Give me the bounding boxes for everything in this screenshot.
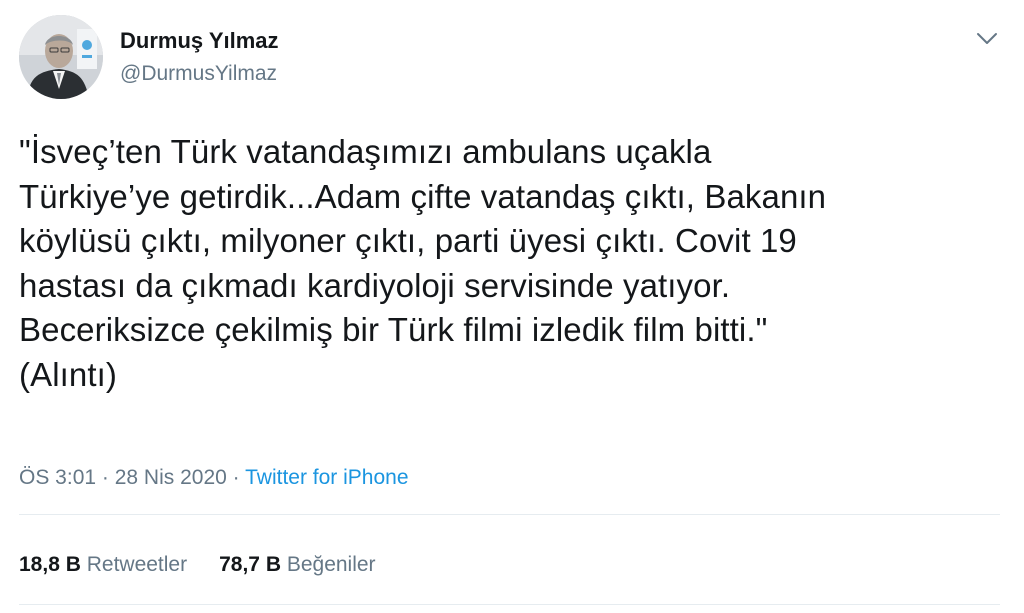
divider (19, 604, 1000, 605)
tweet-source-link[interactable]: Twitter for iPhone (245, 466, 408, 489)
likes-label: Beğeniler (286, 553, 376, 576)
display-name[interactable]: Durmuş Yılmaz (120, 28, 279, 54)
user-handle[interactable]: @DurmusYilmaz (120, 62, 277, 86)
retweets-stat[interactable]: 18,8 B Retweetler (19, 553, 187, 577)
meta-separator: · (226, 466, 246, 489)
profile-photo-icon (19, 15, 103, 99)
tweet-meta: ÖS 3:01 · 28 Nis 2020 · Twitter for iPho… (19, 466, 409, 490)
likes-count: 78,7 B (219, 553, 281, 576)
tweet-time[interactable]: ÖS 3:01 (19, 466, 96, 489)
chevron-down-icon[interactable] (973, 24, 1001, 52)
retweets-label: Retweetler (86, 553, 188, 576)
tweet-date[interactable]: 28 Nis 2020 (115, 466, 227, 489)
retweets-count: 18,8 B (19, 553, 81, 576)
tweet-stats: 18,8 B Retweetler 78,7 B Beğeniler (19, 553, 376, 577)
likes-stat[interactable]: 78,7 B Beğeniler (219, 553, 375, 577)
meta-separator: · (96, 466, 115, 489)
tweet-card: Durmuş Yılmaz @DurmusYilmaz "İsveç’ten T… (0, 0, 1024, 613)
divider (19, 514, 1000, 515)
avatar[interactable] (19, 15, 103, 99)
tweet-text: "İsveç’ten Türk vatandaşımızı ambulans u… (19, 133, 827, 393)
